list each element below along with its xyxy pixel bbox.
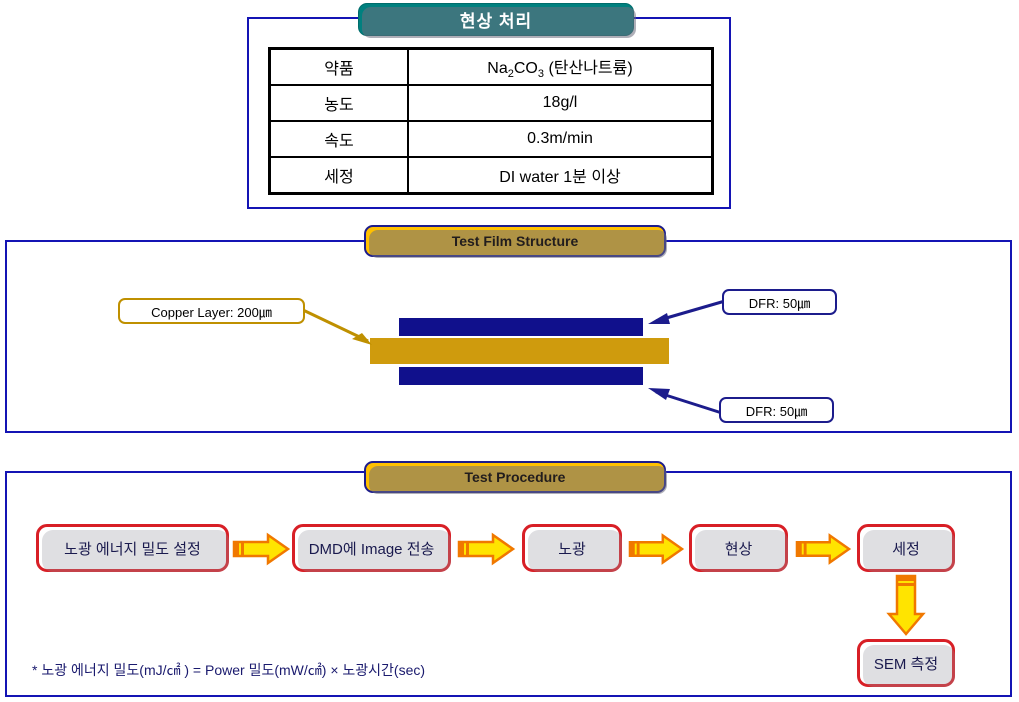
test-procedure-banner: Test Procedure xyxy=(364,461,667,494)
developing-parameters-table: 약품 Na2CO3 (탄산나트륨) 농도 18g/l 속도 0.3m/min 세… xyxy=(268,47,714,195)
copper-layer-callout-label: Copper Layer: 200㎛ xyxy=(151,304,272,320)
developing-treatment-banner-label: 현상 처리 xyxy=(459,12,533,31)
procedure-step-5[interactable]: 세정 xyxy=(857,524,955,572)
copper-layer-callout: Copper Layer: 200㎛ xyxy=(118,298,305,324)
procedure-step-3[interactable]: 노광 xyxy=(522,524,622,572)
table-row: 약품 Na2CO3 (탄산나트륨) xyxy=(268,47,714,86)
copper-leader-arrow xyxy=(302,308,372,345)
arrow-right-icon-2 xyxy=(457,532,516,566)
footnote-text-b: 노광시간(sec) xyxy=(338,662,426,678)
procedure-footnote: * 노광 에너지 밀도(mJ/㎠ ) = Power 밀도(mW/㎠) × 노광… xyxy=(32,660,425,680)
procedure-step-1-label: 노광 에너지 밀도 설정 xyxy=(64,540,201,558)
table-cell-key: 농도 xyxy=(268,84,409,122)
table-cell-value: Na2CO3 (탄산나트륨) xyxy=(407,47,714,86)
chemical-formula-prefix: Na xyxy=(487,59,508,77)
table-row: 속도 0.3m/min xyxy=(268,120,714,158)
arrow-right-icon-4 xyxy=(795,533,852,565)
procedure-step-2[interactable]: DMD에 Image 전송 xyxy=(292,524,451,572)
dfr-bottom-callout-label: DFR: 50㎛ xyxy=(745,403,808,419)
developing-treatment-banner: 현상 처리 xyxy=(358,3,636,38)
chemical-formula-mid: CO xyxy=(513,59,538,77)
arrow-down-icon xyxy=(886,574,926,636)
procedure-final-step[interactable]: SEM 측정 xyxy=(857,639,955,687)
table-cell-value: 0.3m/min xyxy=(407,120,714,158)
dfr-top-callout: DFR: 50㎛ xyxy=(722,289,837,315)
procedure-step-4[interactable]: 현상 xyxy=(689,524,788,572)
chemical-formula-suffix: (탄산나트륨) xyxy=(544,59,633,77)
procedure-step-2-label: DMD에 Image 전송 xyxy=(308,540,435,558)
copper-layer xyxy=(370,338,669,364)
footnote-operator: × xyxy=(330,662,339,678)
arrow-right-icon-3 xyxy=(628,533,685,565)
test-procedure-banner-label: Test Procedure xyxy=(464,469,566,485)
procedure-step-3-label: 노광 xyxy=(558,540,586,558)
dfr-top-leader-arrow xyxy=(648,299,726,324)
dfr-top-layer xyxy=(399,318,643,336)
dfr-bottom-leader-arrow xyxy=(648,388,726,416)
footnote-text-a: 노광 에너지 밀도(mJ/㎠ ) = Power 밀도(mW/㎠) xyxy=(37,662,331,678)
test-film-structure-panel xyxy=(5,240,1012,433)
dfr-top-callout-label: DFR: 50㎛ xyxy=(748,295,811,311)
procedure-step-5-label: 세정 xyxy=(892,540,920,558)
dfr-bottom-layer xyxy=(399,367,643,385)
arrow-right-icon-1 xyxy=(232,532,291,566)
test-film-structure-banner: Test Film Structure xyxy=(364,225,667,258)
table-cell-key: 속도 xyxy=(268,120,409,158)
table-cell-value: DI water 1분 이상 xyxy=(407,156,714,195)
table-cell-value: 18g/l xyxy=(407,84,714,122)
table-cell-key: 세정 xyxy=(268,156,409,195)
table-row: 세정 DI water 1분 이상 xyxy=(268,156,714,195)
procedure-step-4-label: 현상 xyxy=(724,540,753,558)
dfr-bottom-callout: DFR: 50㎛ xyxy=(719,397,834,423)
test-film-structure-banner-label: Test Film Structure xyxy=(451,233,579,249)
procedure-final-step-label: SEM 측정 xyxy=(873,655,939,673)
procedure-step-1[interactable]: 노광 에너지 밀도 설정 xyxy=(36,524,229,572)
table-row: 농도 18g/l xyxy=(268,84,714,122)
table-cell-key: 약품 xyxy=(268,47,409,86)
